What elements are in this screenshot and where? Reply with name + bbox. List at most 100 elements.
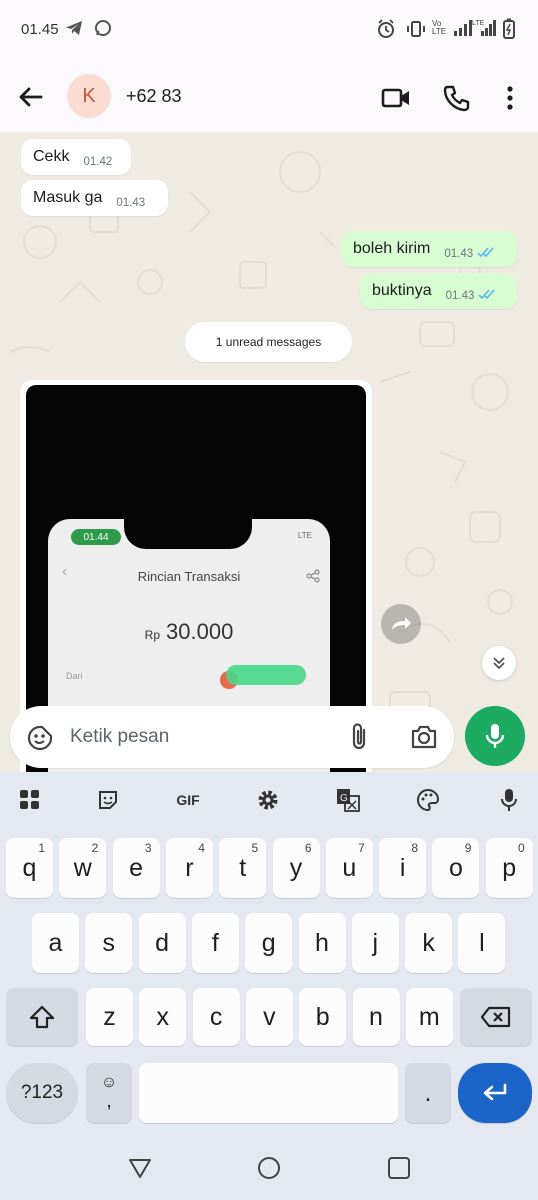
- letter-key[interactable]: w2: [59, 838, 107, 898]
- letter-key[interactable]: v: [245, 988, 293, 1046]
- key-label: e: [129, 853, 144, 882]
- letter-key[interactable]: h: [298, 913, 346, 973]
- letter-key[interactable]: k: [405, 913, 453, 973]
- kebab-menu-icon: [507, 86, 513, 110]
- letter-key[interactable]: p0: [485, 838, 533, 898]
- share-icon: [306, 569, 320, 588]
- letter-key[interactable]: u7: [325, 838, 373, 898]
- message-bubble-outgoing[interactable]: boleh kirim 01.43: [341, 231, 517, 267]
- letter-key[interactable]: y6: [272, 838, 320, 898]
- letter-key[interactable]: a: [32, 913, 79, 973]
- message-text: Cekk: [33, 148, 70, 165]
- sticker-icon[interactable]: [96, 788, 120, 812]
- key-label: r: [185, 853, 194, 882]
- key-label: q: [22, 853, 37, 882]
- translate-icon[interactable]: G: [336, 788, 360, 812]
- key-label: b: [315, 1002, 330, 1031]
- letter-key[interactable]: z: [86, 988, 133, 1046]
- back-button[interactable]: [16, 82, 46, 112]
- message-bubble-outgoing[interactable]: buktinya 01.43: [360, 273, 517, 309]
- space-bar[interactable]: [139, 1063, 398, 1123]
- voice-message-button[interactable]: [465, 706, 525, 766]
- letter-key[interactable]: i8: [379, 838, 427, 898]
- signal-2-icon: [481, 18, 497, 43]
- letter-key[interactable]: j: [351, 913, 399, 973]
- letter-key[interactable]: e3: [112, 838, 160, 898]
- message-bubble-incoming[interactable]: Cekk 01.42: [21, 139, 131, 175]
- phone-icon: [443, 85, 470, 112]
- backspace-key[interactable]: [460, 988, 532, 1046]
- letter-key[interactable]: d: [138, 913, 186, 973]
- key-label: d: [155, 928, 170, 957]
- scroll-to-bottom-button[interactable]: [482, 646, 516, 680]
- system-navigation-bar: [0, 1136, 538, 1200]
- symbols-key[interactable]: ?123: [6, 1063, 78, 1123]
- key-number-hint: 0: [518, 841, 525, 855]
- phone-notch: [124, 519, 252, 549]
- nav-recents-button[interactable]: [387, 1156, 411, 1185]
- emoji-small-icon: ☺: [100, 1074, 118, 1091]
- letter-key[interactable]: g: [245, 913, 293, 973]
- nav-back-button[interactable]: [128, 1156, 152, 1185]
- nav-home-button[interactable]: [257, 1156, 281, 1185]
- alarm-icon: [376, 18, 396, 45]
- emoji-button[interactable]: [26, 724, 54, 757]
- volte-label: Vo LTE: [432, 19, 447, 36]
- gif-button[interactable]: GIF: [172, 788, 204, 812]
- key-label: i: [399, 853, 406, 882]
- message-time: 01.43: [445, 290, 475, 302]
- paperclip-icon: [352, 723, 366, 750]
- camera-button[interactable]: [410, 724, 438, 755]
- forward-icon: [392, 617, 411, 630]
- message-bubble-incoming[interactable]: Masuk ga 01.43: [21, 180, 168, 216]
- key-label: k: [422, 928, 435, 957]
- attach-button[interactable]: [348, 722, 372, 757]
- key-label: w: [73, 853, 92, 882]
- key-label: n: [369, 1002, 383, 1031]
- voice-input-icon[interactable]: [497, 788, 521, 812]
- key-number-hint: 4: [198, 841, 205, 855]
- palette-icon[interactable]: [416, 788, 440, 812]
- message-input[interactable]: [70, 725, 340, 749]
- letter-key[interactable]: m: [405, 988, 453, 1046]
- letter-key[interactable]: l: [458, 913, 506, 973]
- key-label: p: [502, 853, 517, 882]
- key-label: j: [372, 928, 379, 957]
- period-key[interactable]: .: [405, 1063, 451, 1123]
- keyboard-toolbar: GIF G: [0, 772, 538, 828]
- apps-icon[interactable]: [18, 788, 42, 812]
- settings-icon[interactable]: [256, 788, 280, 812]
- key-number-hint: 9: [464, 841, 472, 855]
- emoji-comma-key[interactable]: ☺ ,: [86, 1063, 132, 1123]
- video-call-button[interactable]: [380, 82, 412, 114]
- voice-call-button[interactable]: [440, 82, 472, 114]
- message-text: Masuk ga: [33, 189, 103, 206]
- letter-key[interactable]: c: [192, 988, 240, 1046]
- key-label: f: [211, 928, 219, 957]
- letter-key[interactable]: b: [299, 988, 347, 1046]
- key-label: c: [209, 1002, 223, 1031]
- key-label: h: [315, 928, 329, 957]
- letter-key[interactable]: o9: [432, 838, 480, 898]
- letter-key[interactable]: n: [352, 988, 400, 1046]
- contact-name[interactable]: +62 83: [126, 86, 182, 107]
- shift-key[interactable]: [6, 988, 78, 1046]
- letter-key[interactable]: x: [139, 988, 187, 1046]
- chat-area[interactable]: Cekk 01.42 Masuk ga 01.43 boleh kirim 01…: [0, 132, 538, 772]
- letter-key[interactable]: q1: [6, 838, 53, 898]
- telegram-icon: [64, 18, 84, 43]
- redaction-mark: [226, 665, 306, 685]
- letter-key[interactable]: r4: [165, 838, 213, 898]
- more-options-button[interactable]: [494, 82, 526, 114]
- avatar[interactable]: K: [67, 74, 111, 118]
- letter-key[interactable]: s: [85, 913, 133, 973]
- vibrate-icon: [405, 18, 427, 45]
- phone-screen-title: Rincian Transaksi: [137, 569, 241, 584]
- letter-key[interactable]: t5: [219, 838, 267, 898]
- enter-key[interactable]: [458, 1063, 532, 1123]
- read-receipt-icon: [477, 245, 497, 263]
- key-label: g: [261, 928, 276, 957]
- video-camera-icon: [381, 88, 409, 108]
- letter-key[interactable]: f: [191, 913, 239, 973]
- forward-button[interactable]: [381, 604, 421, 644]
